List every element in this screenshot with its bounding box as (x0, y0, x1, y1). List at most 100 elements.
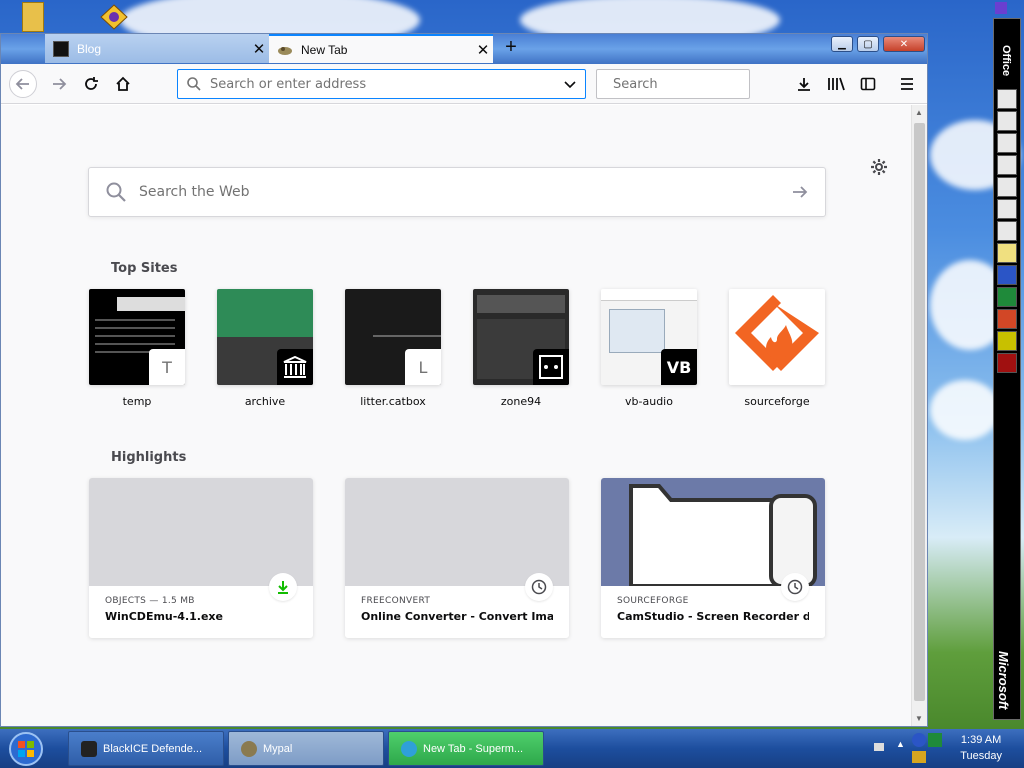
library-icon (828, 77, 845, 91)
highlight-source: OBJECTS — 1.5 MB (105, 596, 195, 606)
mail-icon[interactable] (997, 133, 1017, 153)
top-sites-heading: Top Sites (111, 261, 178, 276)
powerpoint-icon[interactable] (997, 309, 1017, 329)
highlight-card[interactable]: FREECONVERT Online Converter - Convert I… (345, 478, 569, 638)
tray-icon[interactable] (912, 733, 926, 747)
app-desktop-icon[interactable] (100, 4, 128, 30)
library-button[interactable] (826, 74, 846, 94)
tab-new-tab[interactable]: New Tab ✕ (269, 34, 493, 63)
tray-icon[interactable] (912, 751, 926, 763)
office-app-icon[interactable] (997, 331, 1017, 351)
forward-arrow-icon (53, 78, 67, 90)
top-site-tile[interactable]: archive (217, 289, 313, 408)
browser-icon (401, 740, 417, 757)
start-button[interactable] (6, 731, 50, 767)
calendar-icon[interactable] (997, 155, 1017, 175)
chevron-up-icon[interactable]: ▲ (896, 739, 905, 749)
top-site-tile[interactable]: T temp (89, 289, 185, 408)
office-app-icon[interactable] (997, 353, 1017, 373)
site-letter-badge: L (405, 349, 441, 385)
web-search-input[interactable] (139, 184, 791, 200)
forward-button[interactable] (45, 70, 73, 98)
highlight-card[interactable]: OBJECTS — 1.5 MB WinCDEmu-4.1.exe (89, 478, 313, 638)
close-tab-icon[interactable]: ✕ (249, 40, 269, 58)
note-icon[interactable] (997, 243, 1017, 263)
top-site-tile[interactable]: sourceforge (729, 289, 825, 408)
top-site-tile[interactable]: VB vb-audio (601, 289, 697, 408)
home-button[interactable] (109, 70, 137, 98)
top-site-tile[interactable]: L litter.catbox (345, 289, 441, 408)
site-thumbnail: T (89, 289, 185, 385)
clock-icon (525, 573, 553, 601)
site-letter-badge: T (149, 349, 185, 385)
highlight-source: SOURCEFORGE (617, 596, 689, 606)
chevron-down-icon[interactable] (563, 77, 577, 91)
new-tab-button[interactable]: + (499, 36, 523, 60)
arrow-right-icon[interactable] (791, 183, 809, 201)
top-site-tile[interactable]: zone94 (473, 289, 569, 408)
taskbar-item-blackice[interactable]: BlackICE Defende... (68, 731, 224, 766)
mypal-icon (241, 740, 257, 757)
word-icon[interactable] (997, 265, 1017, 285)
sidebar-button[interactable] (858, 74, 878, 94)
scroll-up-icon[interactable]: ▲ (915, 108, 923, 117)
office-shortcut-bar: Office Microsoft (993, 18, 1021, 720)
highlight-thumbnail (89, 478, 313, 586)
contact-icon[interactable] (997, 199, 1017, 219)
reload-icon (85, 77, 98, 90)
downloads-button[interactable] (794, 74, 814, 94)
web-search-box[interactable] (88, 167, 826, 217)
close-tab-icon[interactable]: ✕ (473, 41, 493, 59)
scroll-down-icon[interactable]: ▼ (915, 714, 923, 723)
highlight-card[interactable]: SOURCEFORGE CamStudio - Screen Recorder … (601, 478, 825, 638)
highlights-heading: Highlights (111, 450, 187, 465)
maximize-button[interactable]: ▢ (857, 36, 879, 52)
taskbar-item-label: Mypal (263, 742, 293, 755)
zone94-logo-icon (533, 349, 569, 385)
tab-strip: Blog ✕ New Tab ✕ + ▁ ▢ ✕ (1, 34, 927, 64)
system-tray: ▲ 1:39 AM Tuesday (870, 729, 1024, 768)
back-arrow-icon (15, 78, 29, 90)
folder-desktop-icon[interactable] (22, 2, 44, 32)
search-input[interactable] (613, 76, 783, 92)
search-bar[interactable] (596, 69, 783, 99)
scroll-thumb[interactable] (914, 123, 925, 701)
tab-title: New Tab (301, 42, 348, 57)
taskbar-item-mypal[interactable]: Mypal (228, 731, 384, 766)
address-input[interactable] (210, 76, 563, 92)
task-icon[interactable] (997, 177, 1017, 197)
vb-audio-logo-icon: VB (661, 349, 697, 385)
tab-blog[interactable]: Blog ✕ (45, 34, 269, 63)
office-app-icon[interactable] (997, 89, 1017, 109)
clock[interactable]: 1:39 AM Tuesday (960, 732, 1002, 764)
home-icon (116, 76, 130, 91)
reload-button[interactable] (77, 70, 105, 98)
clock-icon (781, 573, 809, 601)
highlight-thumbnail (601, 478, 825, 588)
tray-icon[interactable] (928, 733, 942, 747)
keyboard-icon[interactable] (874, 743, 884, 751)
app-desktop-icon-2[interactable] (995, 2, 1007, 14)
download-icon (269, 573, 297, 601)
address-bar[interactable] (177, 69, 586, 99)
navigation-toolbar (1, 64, 927, 104)
site-thumbnail: L (345, 289, 441, 385)
tab-title: Blog (77, 41, 102, 56)
site-label: sourceforge (744, 395, 810, 408)
customize-gear-icon[interactable] (869, 157, 889, 177)
office-app-icon[interactable] (997, 221, 1017, 241)
taskbar: BlackICE Defende... Mypal New Tab - Supe… (0, 729, 1024, 768)
menu-button[interactable] (897, 74, 917, 94)
site-label: zone94 (500, 395, 542, 408)
excel-icon[interactable] (997, 287, 1017, 307)
highlight-title: Online Converter - Convert Ima... (361, 610, 553, 623)
close-window-button[interactable]: ✕ (883, 36, 925, 52)
blog-favicon-icon (53, 40, 69, 57)
vertical-scrollbar[interactable]: ▲ ▼ (911, 105, 927, 726)
back-button[interactable] (9, 70, 37, 98)
office-app-icon[interactable] (997, 111, 1017, 131)
taskbar-item-newtab[interactable]: New Tab - Superm... (388, 731, 544, 766)
app-favicon-icon (277, 42, 293, 58)
sourceforge-logo-icon (729, 289, 825, 385)
minimize-button[interactable]: ▁ (831, 36, 853, 52)
